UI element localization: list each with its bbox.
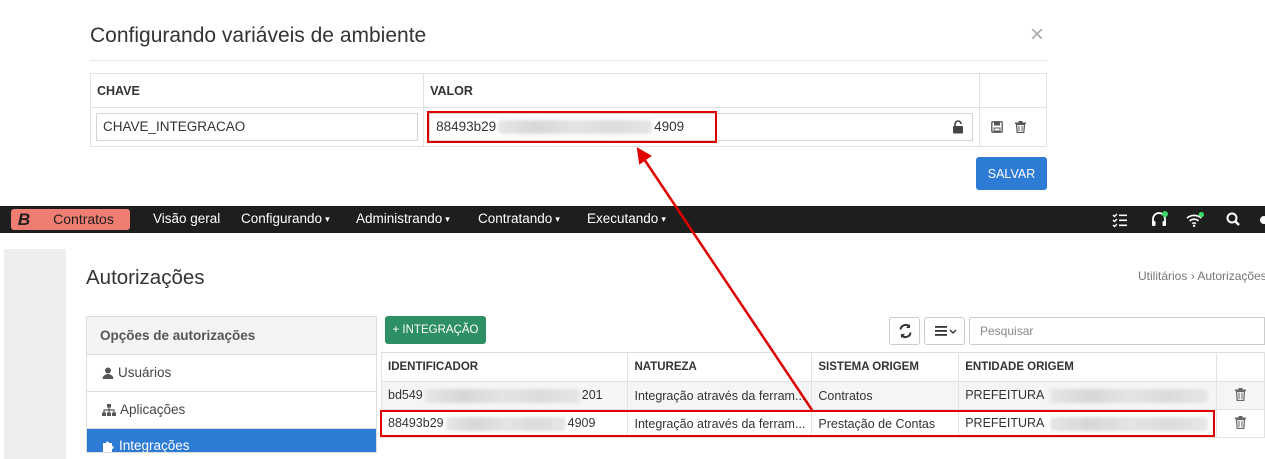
highlight-box-value <box>427 111 717 143</box>
brand-name[interactable]: Contratos <box>37 209 130 230</box>
save-icon[interactable] <box>991 121 1003 133</box>
key-input[interactable]: CHAVE_INTEGRACAO <box>96 113 419 141</box>
env-vars-dialog: Configurando variáveis de ambiente × CHA… <box>0 0 1265 206</box>
redacted-value <box>1050 388 1209 403</box>
header-sistema-origem[interactable]: SISTEMA ORIGEM <box>811 352 960 382</box>
sidebar-item-label: Aplicações <box>120 402 186 417</box>
save-button[interactable]: SALVAR <box>976 157 1047 190</box>
header-entidade-origem[interactable]: ENTIDADE ORIGEM <box>958 352 1218 382</box>
chevron-down-icon: ▾ <box>555 214 560 224</box>
nav-label: Configurando <box>241 211 323 226</box>
wifi-icon[interactable] <box>1186 211 1204 229</box>
env-table-header: CHAVE VALOR <box>89 73 1047 108</box>
breadcrumb-separator: › <box>1190 269 1195 283</box>
panel-heading: Opções de autorizações <box>87 317 376 355</box>
close-icon[interactable]: × <box>1026 23 1048 47</box>
main-content: Autorizações Utilitários › Autorizações … <box>0 233 1265 459</box>
sitemap-icon <box>102 404 116 416</box>
left-gutter <box>4 249 66 459</box>
breadcrumb-root[interactable]: Utilitários <box>1138 269 1187 283</box>
chevron-down-icon: ▾ <box>325 214 330 224</box>
nav-label: Visão geral <box>153 211 221 226</box>
header-identificador[interactable]: IDENTIFICADOR <box>380 352 629 382</box>
cell-actions <box>1216 409 1265 438</box>
header-natureza[interactable]: NATUREZA <box>627 352 813 382</box>
breadcrumb-current: Autorizações <box>1197 269 1265 283</box>
list-chevron-icon <box>935 326 957 336</box>
cell-actions <box>1216 381 1265 410</box>
nav-visao-geral[interactable]: Visão geral <box>153 211 220 226</box>
chevron-down-icon: ▾ <box>661 214 666 224</box>
id-visible-start: bd549 <box>388 388 423 403</box>
trash-icon[interactable] <box>1235 415 1247 429</box>
dialog-title: Configurando variáveis de ambiente <box>90 24 427 47</box>
brand-logo[interactable]: B <box>11 209 37 230</box>
puzzle-icon <box>103 441 114 452</box>
nav-label: Executando <box>587 211 659 226</box>
columns-menu-button[interactable] <box>924 317 965 345</box>
user-icon <box>102 367 114 379</box>
entity-visible: PREFEITURA <box>965 388 1045 403</box>
sidebar-item-label: Integrações <box>119 438 190 453</box>
settings-icon[interactable] <box>1258 211 1265 229</box>
authorizations-options-panel: Opções de autorizações Usuários Aplicaçõ… <box>86 316 377 453</box>
cell-sistema-origem: Contratos <box>811 381 960 410</box>
key-cell: CHAVE_INTEGRACAO <box>89 107 425 147</box>
highlight-box-row <box>380 410 1215 437</box>
trash-icon[interactable] <box>1015 121 1027 133</box>
nav-label: Administrando <box>356 211 443 226</box>
table-row[interactable]: bd549 201 Integração através da ferram...… <box>380 381 1265 410</box>
unlock-icon[interactable] <box>952 120 964 134</box>
search-icon[interactable] <box>1225 211 1243 229</box>
nav-contratando[interactable]: Contratando ▾ <box>478 211 560 226</box>
chevron-down-icon: ▾ <box>445 214 450 224</box>
redacted-value <box>424 388 580 403</box>
sidebar-item-usuarios[interactable]: Usuários <box>87 355 376 392</box>
dialog-divider <box>90 60 1047 61</box>
add-integration-button[interactable]: + INTEGRAÇÃO <box>385 316 486 344</box>
headset-icon[interactable] <box>1150 211 1168 229</box>
task-list-icon[interactable] <box>1111 211 1129 229</box>
nav-executando[interactable]: Executando ▾ <box>587 211 666 226</box>
top-navbar: B Contratos Visão geral Configurando ▾ Ad… <box>0 206 1265 233</box>
sidebar-item-label: Usuários <box>118 365 172 380</box>
sidebar-item-aplicacoes[interactable]: Aplicações <box>87 392 376 429</box>
nav-label: Contratando <box>478 211 553 226</box>
cell-entidade-origem: PREFEITURA <box>958 381 1218 410</box>
cell-natureza: Integração através da ferram... <box>627 381 813 410</box>
header-actions <box>1216 352 1265 382</box>
page-title: Autorizações <box>86 266 205 289</box>
cell-identificador: bd549 201 <box>380 381 629 410</box>
header-valor: VALOR <box>423 73 981 108</box>
refresh-button[interactable] <box>889 317 920 345</box>
header-chave: CHAVE <box>89 73 425 108</box>
trash-icon[interactable] <box>1235 387 1247 401</box>
sidebar-item-integracoes[interactable]: Integrações <box>87 429 376 453</box>
nav-configurando[interactable]: Configurando ▾ <box>241 211 330 226</box>
refresh-icon <box>899 323 912 339</box>
nav-administrando[interactable]: Administrando ▾ <box>356 211 450 226</box>
row-actions-cell <box>979 107 1047 147</box>
search-input[interactable] <box>969 317 1265 345</box>
header-actions <box>979 73 1047 108</box>
id-visible-end: 201 <box>581 388 603 403</box>
table-header: IDENTIFICADOR NATUREZA SISTEMA ORIGEM EN… <box>380 352 1265 382</box>
breadcrumb: Utilitários › Autorizações <box>1138 269 1265 283</box>
